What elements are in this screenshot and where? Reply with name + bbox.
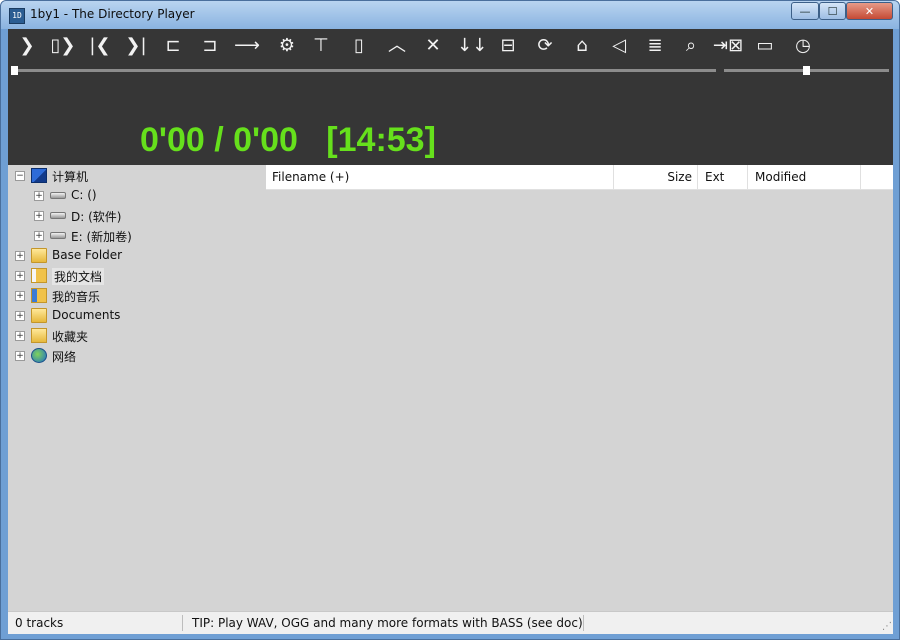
column-header[interactable]: Filename (+) bbox=[266, 165, 614, 189]
tree-node-label: Base Folder bbox=[52, 248, 123, 262]
tree-node-label: D: (软件) bbox=[71, 210, 122, 224]
folder-icon bbox=[31, 248, 47, 263]
tree-node-label: E: (新加卷) bbox=[71, 230, 132, 244]
seek-handle[interactable] bbox=[11, 66, 18, 75]
tree-node-label: Documents bbox=[52, 308, 121, 322]
status-divider bbox=[583, 615, 584, 631]
column-header[interactable]: Ext bbox=[699, 165, 748, 189]
tree-node-label: 网络 bbox=[52, 350, 77, 364]
tree-node[interactable]: + D: (软件) bbox=[8, 206, 266, 226]
expand-icon[interactable]: + bbox=[15, 271, 25, 281]
window-title: 1by1 - The Directory Player bbox=[30, 7, 195, 21]
folder-back-icon[interactable]: ⊏ bbox=[159, 34, 187, 58]
info-panel-icon[interactable]: ▭ bbox=[751, 34, 779, 58]
collapse-icon[interactable]: − bbox=[15, 171, 25, 181]
split-view-icon[interactable]: ⊟ bbox=[494, 34, 522, 58]
player-toolbar: ❯ ▯❯ |❮ ❯| ⊏ ⊐ ⟶ ⚙ ⊤ ▯ ︿ ✕ ↓↓ ⊟ ⟳ ⌂ ◁ ≣ ⌕ ⇥⊠ ▭ ◷ 0'00 / 0'00 … bbox=[8, 29, 893, 165]
app-icon: 1D bbox=[9, 8, 25, 24]
documents-folder-icon bbox=[31, 268, 47, 283]
expand-icon[interactable]: + bbox=[34, 211, 44, 221]
drive-icon bbox=[50, 192, 66, 199]
next-track-icon[interactable]: ❯| bbox=[122, 34, 150, 58]
tree-node[interactable]: + Documents bbox=[8, 306, 266, 326]
sidebar-toggle-icon[interactable]: ▯ bbox=[345, 34, 373, 58]
expand-icon[interactable]: + bbox=[15, 251, 25, 261]
tree-node-label: 我的文档 bbox=[52, 268, 105, 285]
column-header[interactable]: Size bbox=[615, 165, 698, 189]
track-count: 0 tracks bbox=[15, 616, 64, 630]
status-bar: 0 tracks TIP: Play WAV, OGG and many mor… bbox=[8, 611, 893, 634]
tree-node[interactable]: + C: () bbox=[8, 186, 266, 206]
computer-icon bbox=[31, 168, 47, 183]
home-icon[interactable]: ⌂ bbox=[568, 34, 596, 58]
title-bar[interactable]: 1D 1by1 - The Directory Player — ☐ ✕ bbox=[1, 1, 899, 29]
folder-tree[interactable]: − 计算机 + C: () + D: (软件) + E: (新加卷) + Base Folder +… bbox=[8, 165, 266, 611]
network-icon bbox=[31, 348, 47, 363]
status-tip: TIP: Play WAV, OGG and many more formats… bbox=[192, 616, 583, 630]
previous-track-icon[interactable]: |❮ bbox=[86, 34, 114, 58]
tree-node[interactable]: + 网络 bbox=[8, 346, 266, 366]
status-divider bbox=[182, 615, 183, 631]
tree-node[interactable]: + 收藏夹 bbox=[8, 326, 266, 346]
close-button[interactable]: ✕ bbox=[846, 2, 893, 20]
column-header[interactable]: Modified bbox=[749, 165, 861, 189]
expand-icon[interactable]: + bbox=[15, 351, 25, 361]
maximize-button[interactable]: ☐ bbox=[819, 2, 846, 20]
timer-clock-icon[interactable]: ◷ bbox=[789, 34, 817, 58]
file-list-header: Filename (+) Size Ext Modified bbox=[266, 165, 893, 190]
time-display: 0'00 / 0'00 [14:53] bbox=[140, 121, 436, 159]
close-x-icon[interactable]: ✕ bbox=[419, 34, 447, 58]
expand-icon[interactable]: + bbox=[15, 311, 25, 321]
sort-down-icon[interactable]: ↓↓ bbox=[457, 34, 487, 58]
window-layout-icon[interactable]: ⊤ bbox=[307, 34, 335, 58]
app-window: 1D 1by1 - The Directory Player — ☐ ✕ ❯ ▯❯… bbox=[0, 0, 900, 640]
favorites-folder-icon bbox=[31, 328, 47, 343]
tree-node[interactable]: − 计算机 bbox=[8, 166, 266, 186]
music-folder-icon bbox=[31, 288, 47, 303]
folder-forward-icon[interactable]: ⊐ bbox=[196, 34, 224, 58]
tree-node-label: 计算机 bbox=[52, 170, 89, 184]
collapse-up-icon[interactable]: ︿ bbox=[383, 34, 411, 58]
play-icon[interactable]: ❯ bbox=[13, 34, 41, 58]
settings-gear-icon[interactable]: ⚙ bbox=[273, 34, 301, 58]
tree-node[interactable]: + Base Folder bbox=[8, 246, 266, 266]
file-list[interactable]: Filename (+) Size Ext Modified bbox=[266, 165, 893, 611]
resize-grip-icon[interactable]: ⋰ bbox=[882, 621, 892, 632]
client-area: ❯ ▯❯ |❮ ❯| ⊏ ⊐ ⟶ ⚙ ⊤ ▯ ︿ ✕ ↓↓ ⊟ ⟳ ⌂ ◁ ≣ ⌕ ⇥⊠ ▭ ◷ 0'00 / 0'00 … bbox=[8, 29, 893, 634]
seek-bar[interactable] bbox=[12, 69, 716, 72]
expand-icon[interactable]: + bbox=[34, 231, 44, 241]
remove-item-icon[interactable]: ⇥⊠ bbox=[713, 34, 743, 58]
search-zoom-icon[interactable]: ⌕ bbox=[677, 34, 705, 58]
playlist-cursor-icon[interactable]: ≣ bbox=[641, 34, 669, 58]
tree-node-label: 我的音乐 bbox=[52, 290, 101, 304]
expand-icon[interactable]: + bbox=[15, 331, 25, 341]
expand-icon[interactable]: + bbox=[34, 191, 44, 201]
pause-play-icon[interactable]: ▯❯ bbox=[49, 34, 77, 58]
jump-arrow-icon[interactable]: ⟶ bbox=[233, 34, 261, 58]
minimize-button[interactable]: — bbox=[791, 2, 819, 20]
tree-node[interactable]: + 我的文档 bbox=[8, 266, 266, 286]
drive-icon bbox=[50, 212, 66, 219]
folder-icon bbox=[31, 308, 47, 323]
tree-node[interactable]: + 我的音乐 bbox=[8, 286, 266, 306]
tree-node-label: 收藏夹 bbox=[52, 330, 89, 344]
tree-node[interactable]: + E: (新加卷) bbox=[8, 226, 266, 246]
tree-node-label: C: () bbox=[71, 188, 97, 202]
drive-icon bbox=[50, 232, 66, 239]
expand-icon[interactable]: + bbox=[15, 291, 25, 301]
volume-handle[interactable] bbox=[803, 66, 810, 75]
speaker-icon[interactable]: ◁ bbox=[605, 34, 633, 58]
repeat-icon[interactable]: ⟳ bbox=[531, 34, 559, 58]
